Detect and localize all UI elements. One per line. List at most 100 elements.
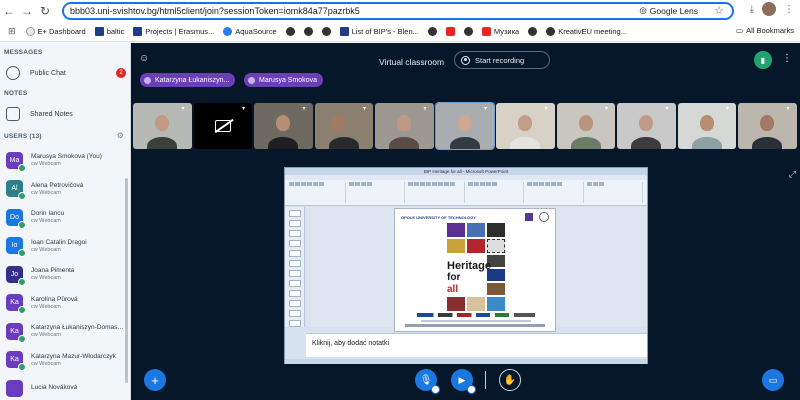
bookmark-item[interactable] — [425, 27, 440, 36]
user-list-item[interactable]: Do Dorin Iancu cw Webcam — [0, 203, 130, 232]
webcam-tile[interactable]: ▾ — [556, 103, 615, 149]
bookmark-item[interactable]: baltic — [92, 27, 128, 36]
bookmark-item[interactable] — [283, 27, 298, 36]
forward-icon[interactable]: → — [18, 2, 36, 20]
bookmark-item[interactable]: AquaSource — [220, 27, 279, 36]
avatar: Ka — [6, 294, 26, 315]
avatar — [6, 379, 23, 397]
user-status: cw Webcam — [31, 189, 61, 196]
webcam-tile[interactable]: ▾ — [738, 103, 797, 149]
back-icon[interactable]: ← — [0, 2, 18, 20]
avatar: Do — [6, 208, 26, 229]
shared-notes-item[interactable]: Shared Notes — [0, 101, 130, 127]
slide-footer-text — [405, 324, 545, 327]
user-list-item[interactable]: Al Alena Petrovičová cw Webcam — [0, 175, 130, 204]
webcam-tile[interactable]: ▾ — [375, 103, 434, 149]
chrome-menu-icon[interactable]: ⋮ — [784, 4, 794, 15]
slide-seal — [539, 212, 549, 222]
bookmark-item[interactable] — [525, 27, 540, 36]
tile-menu-icon[interactable]: ▾ — [182, 105, 190, 112]
avatar: Ma — [6, 151, 26, 172]
webcam-tile[interactable]: ▾ — [314, 103, 373, 149]
google-lens-button[interactable]: ◎ Google Lens — [639, 5, 698, 16]
webcam-status-icon — [18, 220, 26, 229]
tile-menu-icon[interactable]: ▾ — [484, 105, 492, 112]
start-recording-button[interactable]: Start recording — [454, 51, 550, 69]
avatar: Al — [6, 180, 26, 201]
users-title: USERS (13) — [4, 133, 42, 140]
tile-menu-icon[interactable]: ▾ — [666, 105, 674, 112]
user-list-item[interactable]: Lucia Nováková — [0, 374, 130, 400]
webcam-tile[interactable]: ▾ — [254, 103, 313, 149]
user-status: cw Webcam — [31, 275, 61, 282]
user-list-item[interactable]: Ka Karolína Půrová cw Webcam — [0, 289, 130, 318]
messages-heading: MESSAGES — [4, 49, 43, 56]
slide-thumbnails[interactable] — [285, 207, 305, 327]
webcam-tile[interactable]: ▾ — [677, 103, 736, 149]
tile-menu-icon[interactable]: ▾ — [242, 105, 250, 112]
bookmark-icon — [94, 27, 104, 36]
bookmark-item[interactable] — [461, 27, 476, 36]
connection-status-icon[interactable]: ▮ — [754, 51, 772, 69]
download-icon[interactable]: ⤓ — [750, 4, 754, 15]
url-text[interactable]: bbb03.uni-svishtov.bg/html5client/join?s… — [70, 6, 360, 16]
user-list-toggle-icon[interactable]: ☺ — [139, 53, 149, 64]
bookmark-item[interactable]: KreativEU meeting... — [543, 27, 630, 36]
mute-button[interactable]: 🎙 — [415, 369, 440, 394]
star-icon[interactable]: ☆ — [714, 4, 724, 17]
raise-hand-button[interactable]: ✋ — [499, 369, 521, 391]
bookmark-item[interactable]: Музика — [479, 27, 522, 36]
user-list-item[interactable]: Ka Katarzyna Łukaniszyn-Domaszews... cw We… — [0, 317, 130, 346]
talking-indicator[interactable]: Katarzyna Łukaniszyn... — [140, 73, 236, 87]
address-bar[interactable]: bbb03.uni-svishtov.bg/html5client/join?s… — [62, 2, 734, 20]
bookmark-item[interactable]: List of BIP's - Blen... — [337, 27, 422, 36]
profile-avatar[interactable] — [762, 2, 776, 16]
user-list-scrollbar[interactable] — [125, 178, 128, 383]
reload-icon[interactable]: ↻ — [36, 2, 54, 20]
ppt-statusbar — [285, 359, 647, 364]
webcam-tile[interactable]: ▾ — [496, 103, 555, 149]
webcam-tile[interactable]: ▾ — [133, 103, 192, 149]
tile-menu-icon[interactable]: ▾ — [545, 105, 553, 112]
tile-menu-icon[interactable]: ▾ — [787, 105, 795, 112]
user-list-item[interactable]: Io Ioan Catalin Dragoi cw Webcam — [0, 232, 130, 261]
all-bookmarks[interactable]: ▭ All Bookmarks — [736, 26, 794, 35]
webcam-options-icon[interactable] — [467, 385, 476, 394]
globe-icon — [528, 27, 538, 36]
notes-pane[interactable]: Kliknij, aby dodać notatki — [306, 333, 647, 357]
bookmark-item[interactable]: Projects | Erasmus... — [130, 27, 217, 36]
bookmark-item[interactable] — [301, 27, 316, 36]
webcam-tile[interactable]: ▾ — [617, 103, 676, 149]
audio-options-icon[interactable] — [431, 385, 440, 394]
user-list: Ma Marusya Smokova (You) cw Webcam Al Alena … — [0, 146, 130, 400]
bookmarks-bar: ⊞ E+ Dashboard baltic Projects | Erasmus… — [0, 22, 800, 42]
camera-off-icon — [214, 120, 231, 132]
fullscreen-icon[interactable]: ⤢ — [789, 169, 796, 180]
apps-icon[interactable]: ⊞ — [4, 26, 20, 37]
more-options-icon[interactable]: ⋮ — [782, 53, 792, 64]
ppt-window-title: BIP Heritage for all - Microsoft PowerPo… — [285, 168, 647, 175]
actions-button[interactable]: + — [144, 369, 166, 391]
webcam-tile[interactable]: ▾ — [193, 103, 252, 149]
user-list-item[interactable]: Ma Marusya Smokova (You) cw Webcam — [0, 146, 130, 175]
bookmark-item[interactable] — [443, 27, 458, 36]
talking-indicator[interactable]: Marusya Smokova — [244, 73, 323, 87]
bookmark-item[interactable] — [319, 27, 334, 36]
tile-menu-icon[interactable]: ▾ — [424, 105, 432, 112]
user-list-item[interactable]: Ka Katarzyna Mazur-Włodarczyk cw Webcam — [0, 346, 130, 375]
all-bookmarks-label: All Bookmarks — [746, 26, 794, 35]
bookmark-item[interactable]: E+ Dashboard — [23, 27, 89, 36]
youtube-icon — [445, 27, 455, 36]
tile-menu-icon[interactable]: ▾ — [726, 105, 734, 112]
tile-menu-icon[interactable]: ▾ — [605, 105, 613, 112]
left-sidebar: MESSAGES Public Chat 2 NOTES Shared Note… — [0, 43, 131, 400]
controls-divider — [485, 371, 486, 389]
webcam-button[interactable]: ▶ — [451, 369, 476, 394]
webcam-tile[interactable]: ▾ — [434, 102, 495, 150]
share-screen-button[interactable]: ▭ — [762, 369, 784, 391]
tile-menu-icon[interactable]: ▾ — [363, 105, 371, 112]
user-list-item[interactable]: Jo Joana Pimenta cw Webcam — [0, 260, 130, 289]
public-chat-item[interactable]: Public Chat 2 — [0, 60, 130, 86]
tile-menu-icon[interactable]: ▾ — [303, 105, 311, 112]
gear-icon[interactable]: ⚙ — [117, 131, 124, 140]
